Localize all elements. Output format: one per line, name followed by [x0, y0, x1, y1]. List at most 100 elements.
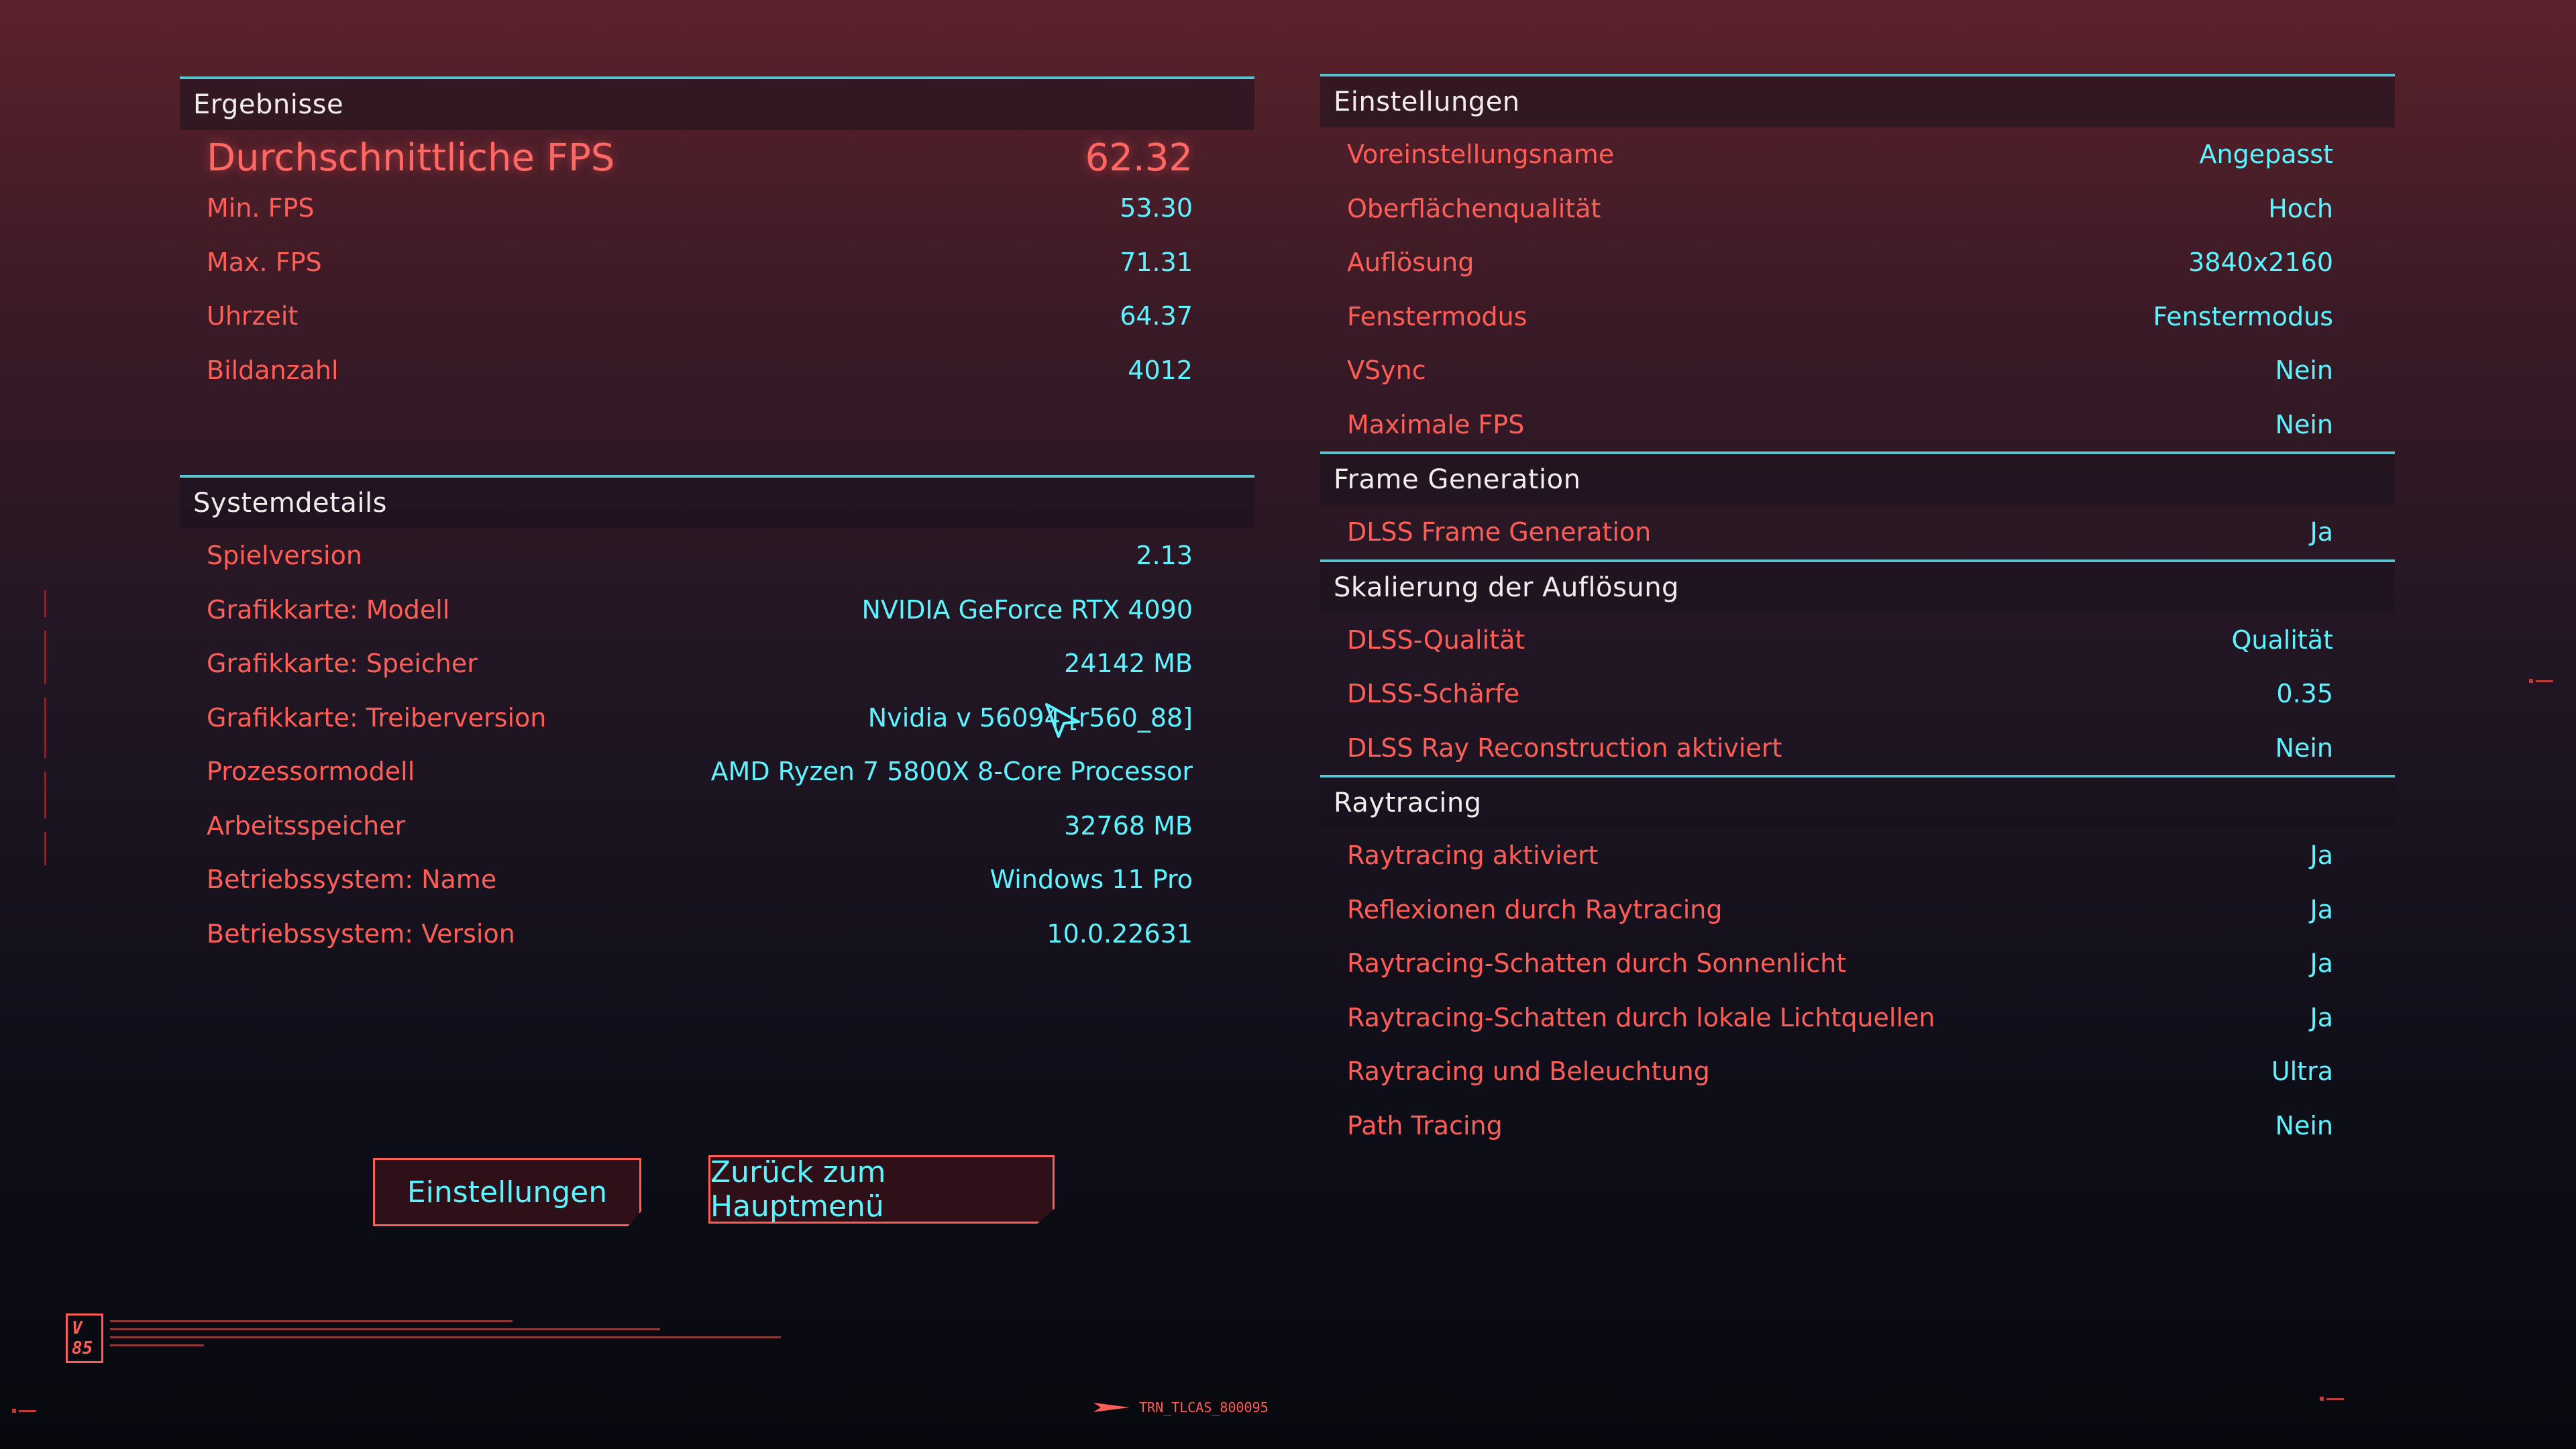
back-to-main-menu-button[interactable]: Zurück zum Hauptmenü	[708, 1155, 1055, 1224]
side-strip-marks	[44, 590, 46, 865]
raytracing-value: Nein	[2275, 1110, 2333, 1140]
result-row: Min. FPS 53.30	[180, 181, 1254, 235]
result-value: 4012	[1128, 355, 1193, 385]
mouse-cursor-icon	[1045, 703, 1080, 738]
result-row: Max. FPS 71.31	[180, 235, 1254, 290]
scaling-label: DLSS-Qualität	[1347, 625, 1525, 655]
settings-row: VSync Nein	[1320, 343, 2395, 398]
settings-value: Hoch	[2268, 193, 2333, 223]
system-row: Grafikkarte: Modell NVIDIA GeForce RTX 4…	[180, 583, 1254, 637]
system-label: Grafikkarte: Modell	[207, 594, 450, 625]
frame-generation-label: DLSS Frame Generation	[1347, 517, 1652, 547]
system-title: Systemdetails	[193, 488, 387, 519]
avg-fps-label: Durchschnittliche FPS	[207, 136, 615, 180]
settings-value: Nein	[2275, 356, 2333, 386]
corner-mark-icon	[2529, 679, 2553, 683]
system-row: Arbeitsspeicher 32768 MB	[180, 799, 1254, 853]
system-label: Betriebssystem: Version	[207, 918, 515, 949]
right-panel: Einstellungen Voreinstellungsname Angepa…	[1320, 74, 2395, 1152]
result-label: Min. FPS	[207, 193, 315, 223]
settings-row: Auflösung 3840x2160	[1320, 235, 2395, 290]
scaling-header: Skalierung der Auflösung	[1320, 559, 2395, 613]
raytracing-section: Raytracing Raytracing aktiviert Ja Refle…	[1320, 775, 2395, 1152]
avg-fps-row: Durchschnittliche FPS 62.32	[180, 130, 1254, 181]
system-row: Grafikkarte: Treiberversion Nvidia v 560…	[180, 691, 1254, 745]
system-label: Prozessormodell	[207, 757, 415, 787]
system-label: Arbeitsspeicher	[207, 810, 406, 841]
system-row: Betriebssystem: Version 10.0.22631	[180, 907, 1254, 961]
frame-generation-value: Ja	[2310, 517, 2334, 547]
settings-row: Voreinstellungsname Angepasst	[1320, 127, 2395, 182]
scaling-label: DLSS Ray Reconstruction aktiviert	[1347, 733, 1782, 763]
system-row: Prozessormodell AMD Ryzen 7 5800X 8-Core…	[180, 745, 1254, 799]
results-header: Ergebnisse	[180, 76, 1254, 130]
scaling-row: DLSS-Qualität Qualität	[1320, 613, 2395, 667]
result-value: 53.30	[1120, 193, 1193, 223]
scaling-section: Skalierung der Auflösung DLSS-Qualität Q…	[1320, 559, 2395, 775]
version-badge: V 85	[66, 1313, 103, 1363]
arrow-icon	[1093, 1403, 1130, 1412]
raytracing-row: Raytracing-Schatten durch Sonnenlicht Ja	[1320, 936, 2395, 991]
version-badge-line2: 85	[72, 1338, 93, 1358]
back-button-label: Zurück zum Hauptmenü	[710, 1155, 886, 1224]
corner-mark-icon	[12, 1409, 36, 1413]
settings-label: Maximale FPS	[1347, 409, 1525, 439]
footer-code-text: TRN_TLCAS_800095	[1139, 1399, 1269, 1415]
decorative-side-strip	[40, 590, 52, 872]
settings-value: Nein	[2275, 409, 2333, 439]
raytracing-value: Ja	[2310, 841, 2334, 871]
frame-generation-section: Frame Generation DLSS Frame Generation J…	[1320, 451, 2395, 559]
settings-button[interactable]: Einstellungen	[373, 1158, 641, 1226]
settings-row: Oberflächenqualität Hoch	[1320, 182, 2395, 236]
result-value: 71.31	[1120, 247, 1193, 277]
system-label: Betriebssystem: Name	[207, 865, 497, 895]
raytracing-label: Path Tracing	[1347, 1110, 1503, 1140]
left-panel: Ergebnisse Durchschnittliche FPS 62.32 M…	[180, 76, 1254, 961]
raytracing-label: Raytracing aktiviert	[1347, 841, 1599, 871]
results-section: Ergebnisse Durchschnittliche FPS 62.32 M…	[180, 76, 1254, 397]
legal-fineprint	[110, 1320, 794, 1354]
settings-value: Fenstermodus	[2153, 301, 2333, 331]
scaling-title: Skalierung der Auflösung	[1334, 572, 1679, 603]
system-label: Grafikkarte: Treiberversion	[207, 702, 547, 733]
system-label: Spielversion	[207, 541, 362, 571]
system-value: NVIDIA GeForce RTX 4090	[861, 594, 1193, 625]
settings-section: Einstellungen Voreinstellungsname Angepa…	[1320, 74, 2395, 451]
system-value: 24142 MB	[1064, 649, 1193, 679]
raytracing-title: Raytracing	[1334, 788, 1482, 818]
settings-label: Oberflächenqualität	[1347, 193, 1601, 223]
system-label: Grafikkarte: Speicher	[207, 649, 478, 679]
result-label: Max. FPS	[207, 247, 322, 277]
raytracing-label: Raytracing-Schatten durch lokale Lichtqu…	[1347, 1002, 1935, 1032]
system-value: AMD Ryzen 7 5800X 8-Core Processor	[710, 757, 1193, 787]
system-section: Systemdetails Spielversion 2.13 Grafikka…	[180, 475, 1254, 961]
system-value: 32768 MB	[1064, 810, 1193, 841]
raytracing-value: Ja	[2310, 1002, 2334, 1032]
scaling-row: DLSS Ray Reconstruction aktiviert Nein	[1320, 721, 2395, 775]
system-row: Betriebssystem: Name Windows 11 Pro	[180, 853, 1254, 907]
system-header: Systemdetails	[180, 475, 1254, 529]
frame-generation-header: Frame Generation	[1320, 451, 2395, 505]
corner-mark-icon	[2320, 1397, 2344, 1401]
version-badge-line1: V	[72, 1318, 83, 1338]
settings-value: Angepasst	[2199, 140, 2333, 170]
raytracing-row: Raytracing-Schatten durch lokale Lichtqu…	[1320, 991, 2395, 1045]
raytracing-row: Path Tracing Nein	[1320, 1099, 2395, 1153]
settings-title: Einstellungen	[1334, 87, 1520, 117]
footer-code: TRN_TLCAS_800095	[1093, 1399, 1269, 1415]
system-value: Windows 11 Pro	[989, 865, 1193, 895]
raytracing-value: Ultra	[2271, 1057, 2333, 1087]
result-label: Bildanzahl	[207, 355, 339, 385]
settings-row: Fenstermodus Fenstermodus	[1320, 290, 2395, 344]
raytracing-row: Raytracing aktiviert Ja	[1320, 828, 2395, 883]
raytracing-row: Reflexionen durch Raytracing Ja	[1320, 883, 2395, 937]
scaling-label: DLSS-Schärfe	[1347, 679, 1520, 709]
system-row: Grafikkarte: Speicher 24142 MB	[180, 637, 1254, 691]
avg-fps-value: 62.32	[1085, 136, 1193, 180]
results-title: Ergebnisse	[193, 89, 344, 120]
scaling-value: 0.35	[2276, 679, 2333, 709]
result-row: Bildanzahl 4012	[180, 343, 1254, 398]
settings-label: Voreinstellungsname	[1347, 140, 1615, 170]
settings-label: Auflösung	[1347, 248, 1474, 278]
scaling-row: DLSS-Schärfe 0.35	[1320, 667, 2395, 721]
